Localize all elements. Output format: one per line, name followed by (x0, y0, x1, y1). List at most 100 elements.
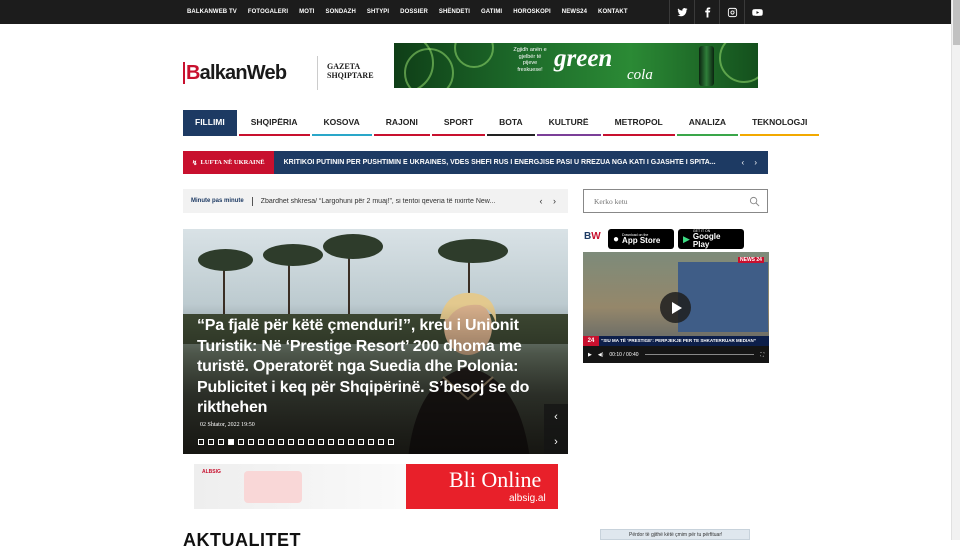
topnav-link[interactable]: NEWS24 (562, 9, 587, 15)
hero-date: 02 Shtator, 2022 19:50 (200, 422, 255, 428)
facebook-link[interactable] (694, 0, 719, 24)
ad-slogan: Zgjidh anën e gjelbër të pijeve freskues… (513, 47, 547, 73)
video-lower-third: 24 “SIU MA TË ‘PRESTIGE’: PERPJEKJE PER T… (583, 336, 769, 346)
logo-subtitle-line2: SHQIPTARE (327, 71, 374, 80)
topnav-link[interactable]: HOROSKOPI (513, 9, 551, 15)
slider-prev-button[interactable]: ‹ (544, 404, 568, 429)
topnav-link[interactable]: SONDAZH (326, 9, 356, 15)
logo-text: BalkanWeb (186, 61, 287, 85)
search-input[interactable] (594, 196, 744, 206)
topnav-link[interactable]: MOTI (299, 9, 314, 15)
twitter-icon (676, 7, 688, 16)
nav-item-rajoni[interactable]: RAJONI (373, 110, 430, 136)
slider-dot[interactable] (218, 439, 224, 445)
site-logo[interactable]: BalkanWeb (183, 58, 287, 88)
facebook-icon (704, 6, 710, 18)
logo-initial: B (186, 61, 200, 84)
topnav-link[interactable]: KONTAKT (598, 9, 628, 15)
social-links (669, 0, 769, 24)
hero-slider[interactable]: “Pa fjalë për këtë çmenduri!”, kreu i Un… (183, 229, 568, 454)
apple-icon: ● (613, 233, 620, 245)
top-banner-ad[interactable]: Zgjidh anën e gjelbër të pijeve freskues… (394, 43, 758, 88)
nav-item-metropol[interactable]: METROPOL (602, 110, 675, 136)
topnav-link[interactable]: SHTYPI (367, 9, 389, 15)
nav-item-fillimi[interactable]: FILLIMI (183, 110, 237, 136)
slider-dot[interactable] (358, 439, 364, 445)
logo-subtitle: GAZETA SHQIPTARE (327, 62, 374, 80)
instagram-link[interactable] (719, 0, 744, 24)
search-box (583, 189, 768, 213)
video-time: 00:10 / 00:40 (609, 351, 639, 358)
hero-tree (263, 244, 323, 266)
slider-dot[interactable] (328, 439, 334, 445)
side-ad[interactable]: Përdor të gjithë këtë çmim për tu përfit… (600, 529, 750, 540)
hero-headline[interactable]: “Pa fjalë për këtë çmenduri!”, kreu i Un… (197, 316, 537, 419)
minute-headline[interactable]: Zbardhet shkresa/ “Largohuni për 2 muaj!… (261, 198, 529, 205)
bw-logo-w: W (591, 231, 601, 242)
twitter-link[interactable] (669, 0, 694, 24)
slider-dot[interactable] (198, 439, 204, 445)
slider-dot[interactable] (228, 439, 234, 445)
nav-item-sport[interactable]: SPORT (431, 110, 486, 136)
slider-dot[interactable] (278, 439, 284, 445)
slider-next-button[interactable]: › (544, 429, 568, 454)
slider-dot[interactable] (388, 439, 394, 445)
google-play-button[interactable]: ▶ GET IT ON Google Play (678, 229, 744, 249)
topnav-link[interactable]: SHËNDETI (439, 9, 470, 15)
video-player[interactable]: NEWS 24 24 “SIU MA TË ‘PRESTIGE’: PERPJEK… (583, 252, 769, 363)
slider-dot[interactable] (348, 439, 354, 445)
lower-third-number: 24 (583, 336, 599, 346)
youtube-link[interactable] (744, 0, 769, 24)
slider-dot[interactable] (378, 439, 384, 445)
topnav-link[interactable]: FOTOGALERI (248, 9, 288, 15)
breaking-ticker: ↯ LUFTA NË UKRAINË KRITIKOI PUTININ PËR P… (183, 151, 768, 174)
bw-logo[interactable]: BW (584, 231, 604, 247)
video-background-screen (678, 262, 768, 332)
ad-right-panel: Bli Online albsig.al (406, 464, 558, 509)
minute-arrows[interactable]: ‹ › (540, 196, 561, 206)
slider-dot[interactable] (338, 439, 344, 445)
scrollbar-thumb[interactable] (953, 0, 960, 45)
ticker-tag[interactable]: ↯ LUFTA NË UKRAINË (183, 151, 274, 174)
slider-dot[interactable] (288, 439, 294, 445)
nav-item-kosova[interactable]: KOSOVA (311, 110, 372, 136)
search-icon[interactable] (749, 196, 760, 207)
app-store-button[interactable]: ● Download on the App Store (608, 229, 674, 249)
ad-product: cola (627, 67, 653, 83)
slider-dot[interactable] (258, 439, 264, 445)
bottom-banner-ad[interactable]: ALBSIG Bli Online albsig.al (194, 464, 558, 509)
nav-item-analiza[interactable]: ANALIZA (676, 110, 739, 136)
volume-icon[interactable]: ◀) (598, 352, 604, 358)
slider-dot[interactable] (268, 439, 274, 445)
lower-third-text: “SIU MA TË ‘PRESTIGE’: PERPJEKJE PER TE … (601, 338, 757, 343)
slider-dot[interactable] (368, 439, 374, 445)
flash-icon: ↯ (192, 159, 198, 167)
page-scrollbar[interactable] (951, 0, 960, 540)
slider-dot[interactable] (318, 439, 324, 445)
topnav-link[interactable]: GATIMI (481, 9, 502, 15)
minute-label: Minute pas minute (191, 198, 244, 204)
ad-leaf-decoration (454, 43, 494, 68)
slider-dot[interactable] (298, 439, 304, 445)
nav-item-teknologji[interactable]: TEKNOLOGJI (740, 110, 820, 136)
slider-dot[interactable] (248, 439, 254, 445)
slider-dot[interactable] (208, 439, 214, 445)
nav-item-shqipëria[interactable]: SHQIPËRIA (238, 110, 310, 136)
video-play-button[interactable] (660, 292, 691, 323)
hero-tree (438, 239, 508, 263)
topnav-link[interactable]: DOSSIER (400, 9, 428, 15)
fullscreen-icon[interactable]: ⛶ (760, 352, 764, 358)
play-icon[interactable]: ▶ (588, 352, 592, 358)
video-controls: ▶ ◀) 00:10 / 00:40 ⛶ (583, 346, 769, 363)
slider-dot[interactable] (238, 439, 244, 445)
google-play-label: Google Play (692, 232, 721, 249)
slider-dot[interactable] (308, 439, 314, 445)
nav-item-bota[interactable]: BOTA (487, 110, 535, 136)
topnav-link[interactable]: BALKANWEB TV (187, 9, 237, 15)
main-nav: FILLIMI SHQIPËRIA KOSOVA RAJONI SPORT BOTA KUL… (183, 110, 821, 136)
video-progress-bar[interactable] (644, 354, 755, 355)
nav-item-kulturë[interactable]: KULTURË (536, 110, 601, 136)
ticker-headline[interactable]: KRITIKOI PUTININ PËR PUSHTIMIN E UKRAINË… (284, 159, 734, 166)
ticker-arrows[interactable]: ‹ › (741, 158, 761, 167)
ad-phone-image (244, 471, 302, 503)
